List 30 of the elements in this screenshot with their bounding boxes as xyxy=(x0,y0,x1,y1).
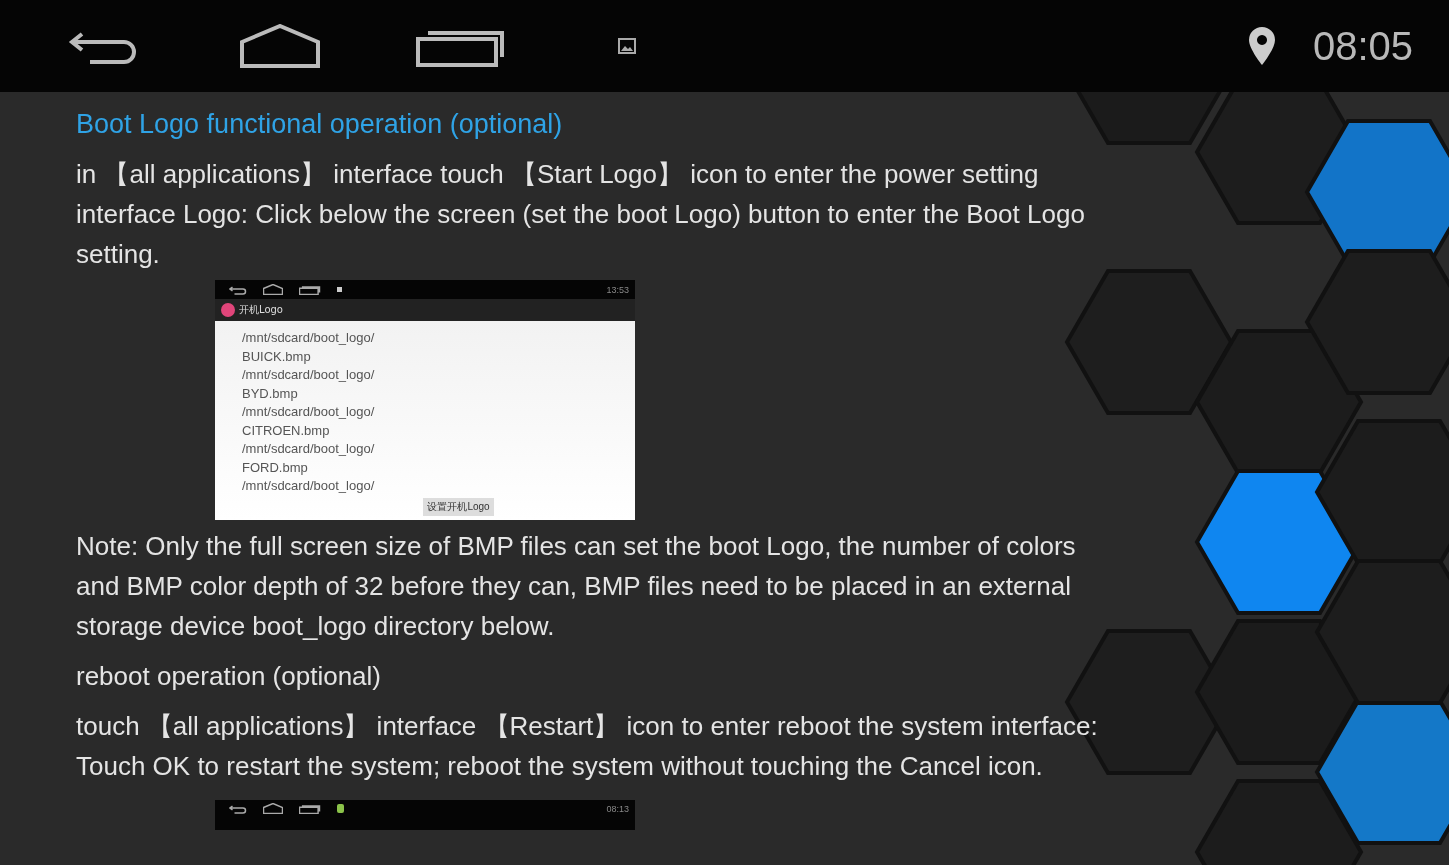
app-icon xyxy=(221,303,235,317)
home-icon xyxy=(263,803,283,814)
android-icon xyxy=(337,804,344,813)
file-name[interactable]: CITROEN.bmp xyxy=(242,421,635,440)
file-name[interactable]: BUICK.bmp xyxy=(242,347,635,366)
reboot-heading: reboot operation (optional) xyxy=(76,659,382,693)
clock-time: 08:05 xyxy=(1312,23,1413,69)
back-icon xyxy=(229,284,247,295)
app-title: 开机Logo xyxy=(239,303,283,317)
home-icon xyxy=(263,284,283,295)
intro-paragraph: in 【all applications】 interface touch 【Start Logo】 icon to enter the power setting interface Logo: Click below the screen (set the boot Logo) button to enter the Boot Logo setting. xyxy=(76,158,1086,271)
clock-time: 08:13 xyxy=(606,803,629,814)
home-icon[interactable] xyxy=(240,24,320,68)
file-path[interactable]: /mnt/sdcard/boot_logo/ xyxy=(242,477,635,496)
file-name[interactable]: FORD.bmp xyxy=(242,458,635,477)
recent-apps-icon xyxy=(299,803,321,814)
clock-time: 13:53 xyxy=(606,284,629,295)
note-paragraph: Note: Only the full screen size of BMP files can set the boot Logo, the number of colors and BMP color depth of 32 before they can, BMP files need to be placed in an external storage device boot_logo directory below. xyxy=(76,529,1077,643)
file-path[interactable]: /mnt/sdcard/boot_logo/ xyxy=(242,403,635,422)
file-path[interactable]: /mnt/sdcard/boot_logo/ xyxy=(242,329,635,348)
recent-apps-icon xyxy=(299,284,321,295)
location-pin-icon xyxy=(1246,26,1277,66)
set-logo-button[interactable]: 设置开机Logo xyxy=(423,497,494,516)
file-name[interactable]: BYD.bmp xyxy=(242,384,635,403)
image-icon xyxy=(618,38,636,54)
file-path[interactable]: /mnt/sdcard/boot_logo/ xyxy=(242,366,635,385)
back-icon xyxy=(229,803,247,814)
section-title: Boot Logo functional operation (optional) xyxy=(76,108,564,141)
reboot-paragraph: touch 【all applications】 interface 【Restart】 icon to enter reboot the system interface: Touch OK to restart the system; reboot the system without touching the Cancel icon. xyxy=(76,709,1099,783)
file-path[interactable]: /mnt/sdcard/boot_logo/ xyxy=(242,440,635,459)
